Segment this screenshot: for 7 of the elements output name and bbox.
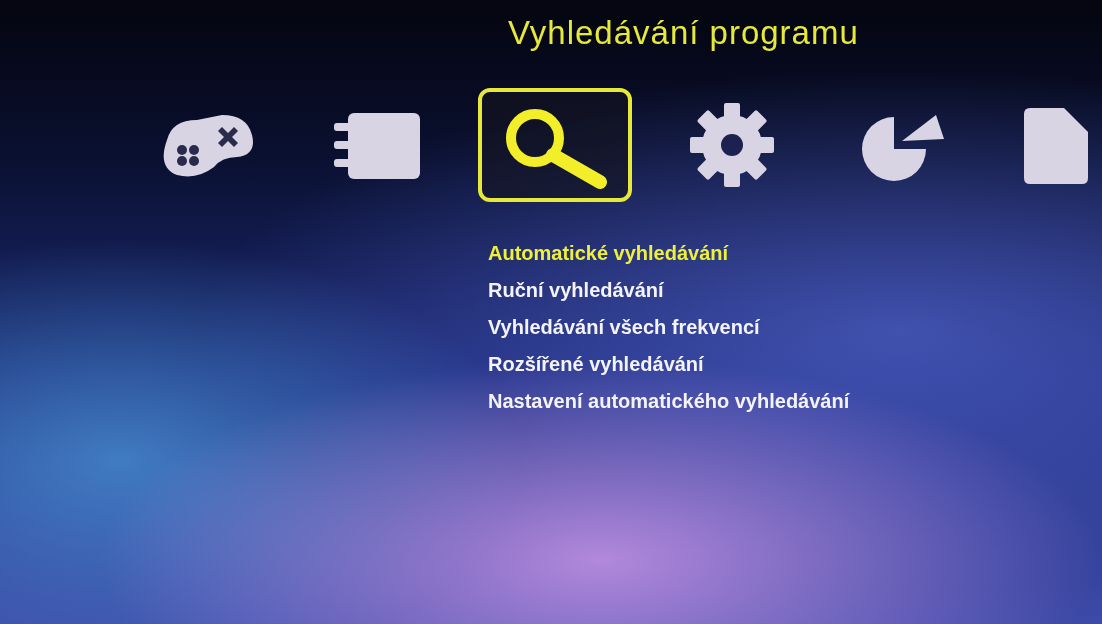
menu-title: Vyhledávání programu	[508, 14, 860, 52]
search-category-tab[interactable]	[478, 88, 632, 202]
menu-item[interactable]: Automatické vyhledávání	[488, 242, 729, 265]
menu-item[interactable]: Nastavení automatického vyhledávání	[488, 390, 850, 413]
menu-item[interactable]: Vyhledávání všech frekvencí	[488, 316, 760, 339]
menu-item[interactable]: Rozšířené vyhledávání	[488, 353, 704, 376]
menu-item[interactable]: Ruční vyhledávání	[488, 279, 664, 302]
